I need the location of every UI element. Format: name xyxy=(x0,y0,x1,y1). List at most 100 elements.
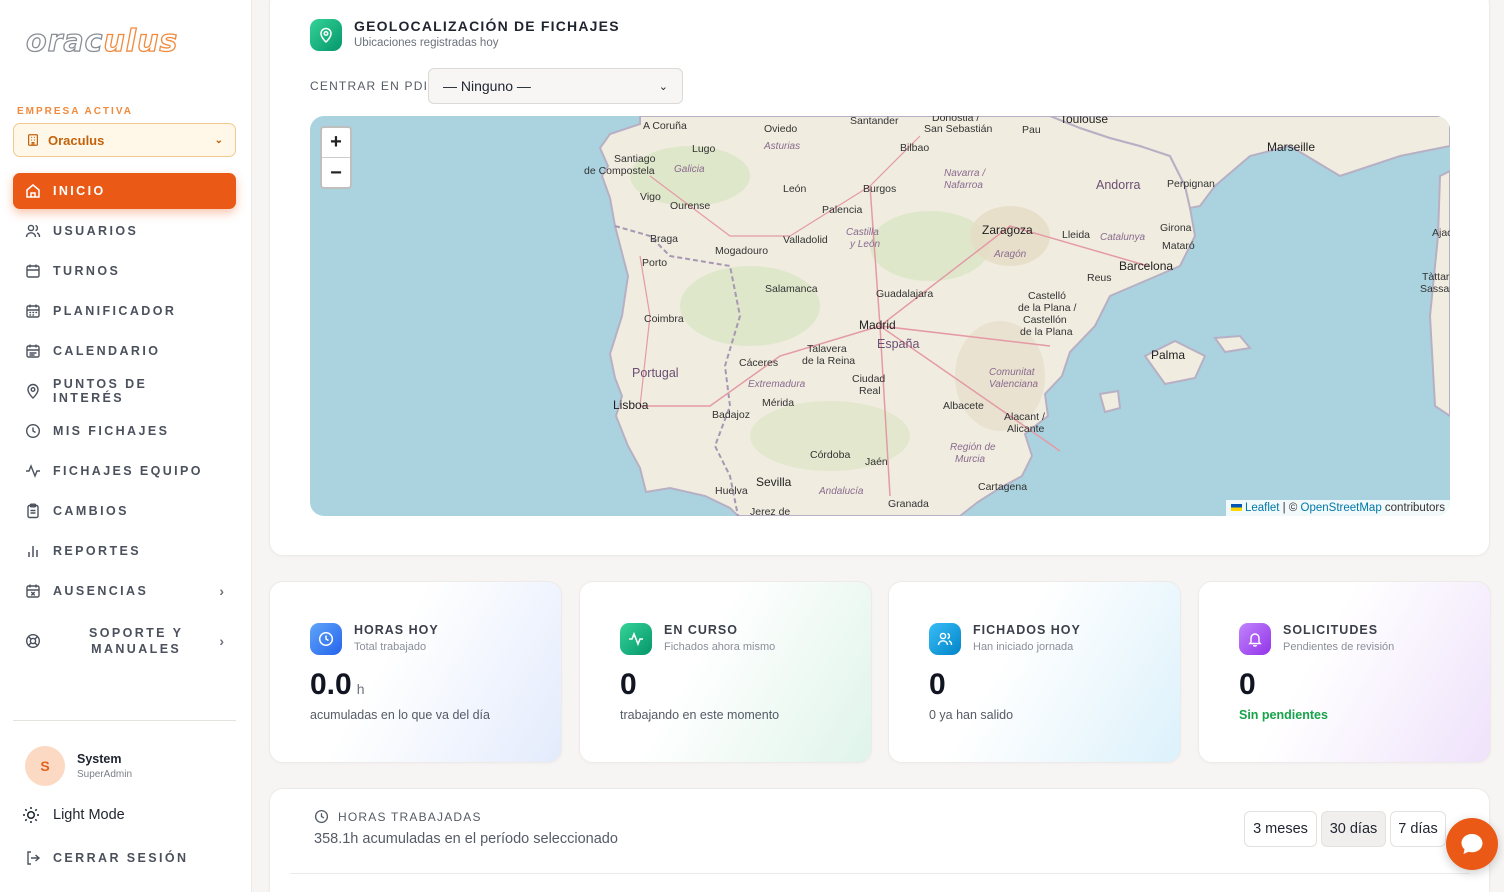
map-label: Alicante xyxy=(1007,423,1045,435)
stat-description: Sin pendientes xyxy=(1239,708,1328,722)
sidebar: oraculus EMPRESA ACTIVA Oraculus ⌄ INICI… xyxy=(0,0,252,892)
nav-item-label: SOPORTE Y MANUALES xyxy=(89,626,184,656)
chevron-down-icon: ⌄ xyxy=(214,134,223,146)
calendar-grid-icon xyxy=(26,304,40,318)
stat-value: 0 xyxy=(620,668,637,701)
range-7-dias-button[interactable]: 7 días xyxy=(1390,811,1446,847)
nav-item-fichajes-equipo[interactable]: FICHAJES EQUIPO xyxy=(13,453,236,489)
map-label: Granada xyxy=(888,498,929,510)
chat-button[interactable] xyxy=(1446,818,1498,870)
openstreetmap-link[interactable]: OpenStreetMap xyxy=(1301,502,1382,514)
avatar: S xyxy=(25,746,65,786)
hours-worked-subtitle: 358.1h acumuladas en el período seleccio… xyxy=(314,831,618,847)
company-select[interactable]: Oraculus ⌄ xyxy=(13,123,236,157)
zoom-in-button[interactable]: + xyxy=(322,128,350,158)
pdi-label: CENTRAR EN PDI: xyxy=(310,79,433,93)
logout-button[interactable]: CERRAR SESIÓN xyxy=(25,850,188,866)
map-label: Cáceres xyxy=(739,357,779,369)
app-logo[interactable]: oraculus xyxy=(25,23,178,59)
map-label: de la Plana xyxy=(1020,326,1073,338)
nav-item-turnos[interactable]: TURNOS xyxy=(13,253,236,289)
map-label: Tàttari xyxy=(1422,271,1450,283)
pdi-select[interactable]: — Ninguno — ⌄ xyxy=(428,68,683,104)
nav-item-label: MIS FICHAJES xyxy=(53,424,170,438)
map-label: España xyxy=(877,337,920,351)
map-label: Valenciana xyxy=(989,379,1039,390)
geolocation-subtitle: Ubicaciones registradas hoy xyxy=(354,37,499,49)
leaflet-link[interactable]: Leaflet xyxy=(1245,502,1280,514)
stat-card-horas-hoy: HORAS HOY Total trabajado 0.0 h acumulada… xyxy=(269,581,562,763)
range-3-meses-button[interactable]: 3 meses xyxy=(1244,811,1317,847)
map-attribution: Leaflet | © OpenStreetMap contributors xyxy=(1225,500,1450,516)
bell-icon xyxy=(1239,623,1271,655)
map-pin-icon xyxy=(27,383,39,399)
nav-item-reportes[interactable]: REPORTES xyxy=(13,533,236,569)
map-label: Extremadura xyxy=(748,379,806,390)
hours-worked-title-text: HORAS TRABAJADAS xyxy=(338,809,482,824)
map-label: Huelva xyxy=(715,485,748,497)
stat-unit: h xyxy=(356,681,365,697)
map-label: Navarra / xyxy=(944,168,986,179)
map-label: Mogadouro xyxy=(715,245,769,257)
range-30-dias-button[interactable]: 30 días xyxy=(1321,811,1386,847)
sun-icon xyxy=(23,807,39,823)
map-label: de la Reina xyxy=(802,355,856,367)
map-label: Portugal xyxy=(632,366,679,380)
stat-value-number: 0.0 xyxy=(310,668,352,701)
map-label: de la Plana / xyxy=(1018,302,1077,314)
map-label: y León xyxy=(850,239,881,250)
map-label: Castelló xyxy=(1028,290,1066,302)
map-view[interactable]: A Coruña Santiago de Compostela Lugo Gal… xyxy=(310,116,1450,516)
calendar-icon xyxy=(26,264,40,278)
nav-item-ausencias[interactable]: AUSENCIAS › xyxy=(13,573,236,609)
map-label: Ciudad xyxy=(852,373,886,385)
nav-item-label: USUARIOS xyxy=(53,224,139,238)
map-label: Nafarroa xyxy=(944,180,983,191)
company-select-value: Oraculus xyxy=(48,132,105,148)
map-label: Burgos xyxy=(863,183,897,195)
map-label: Palma xyxy=(1151,348,1186,362)
clock-icon xyxy=(314,809,329,824)
clipboard-icon xyxy=(27,503,39,519)
map-label: Girona xyxy=(1160,222,1192,234)
map-label: Santiago xyxy=(614,153,656,165)
home-icon xyxy=(26,184,40,198)
map-label: Toulouse xyxy=(1060,116,1109,126)
logout-label: CERRAR SESIÓN xyxy=(53,851,189,865)
map-label: Oviedo xyxy=(764,123,798,135)
user-profile[interactable]: S System SuperAdmin xyxy=(25,746,132,786)
map-label: Zaragoza xyxy=(982,223,1033,237)
nav-item-label: PLANIFICADOR xyxy=(53,304,177,318)
map-label: de Compostela xyxy=(584,165,655,177)
nav-item-cambios[interactable]: CAMBIOS xyxy=(13,493,236,529)
activity-icon xyxy=(620,623,652,655)
map-label: Mérida xyxy=(762,397,795,409)
map-label: Talavera xyxy=(807,343,847,355)
stat-subtitle: Pendientes de revisión xyxy=(1283,641,1395,653)
map-label: Lugo xyxy=(692,143,716,155)
map-label: Jerez de xyxy=(750,506,791,516)
nav-item-mis-fichajes[interactable]: MIS FICHAJES xyxy=(13,413,236,449)
nav-item-label: REPORTES xyxy=(53,544,141,558)
map-label: Guadalajara xyxy=(876,288,934,300)
attribution-separator: | © xyxy=(1279,502,1301,514)
map-label: Perpignan xyxy=(1167,178,1215,190)
map-label: Valladolid xyxy=(783,234,828,246)
map-label: Andorra xyxy=(1096,178,1141,192)
map-label: Castellón xyxy=(1023,314,1067,326)
map-label: Sevilla xyxy=(756,475,792,489)
map-label: Badajoz xyxy=(712,409,750,421)
nav-item-soporte-y-manuales[interactable]: SOPORTE Y MANUALES › xyxy=(13,613,236,669)
zoom-out-button[interactable]: − xyxy=(322,158,350,188)
theme-toggle[interactable]: Light Mode xyxy=(22,806,125,824)
ukraine-flag-icon xyxy=(1230,504,1242,512)
nav-item-puntos-de-interes[interactable]: PUNTOS DE INTERÉS xyxy=(13,373,236,409)
nav-item-usuarios[interactable]: USUARIOS xyxy=(13,213,236,249)
nav-item-planificador[interactable]: PLANIFICADOR xyxy=(13,293,236,329)
map-label: Murcia xyxy=(955,454,986,465)
calendar-x-icon xyxy=(26,584,40,598)
map-label: Pau xyxy=(1022,124,1041,136)
nav-item-inicio[interactable]: INICIO xyxy=(13,173,236,209)
stat-value: 0 xyxy=(929,668,946,701)
nav-item-calendario[interactable]: CALENDARIO xyxy=(13,333,236,369)
